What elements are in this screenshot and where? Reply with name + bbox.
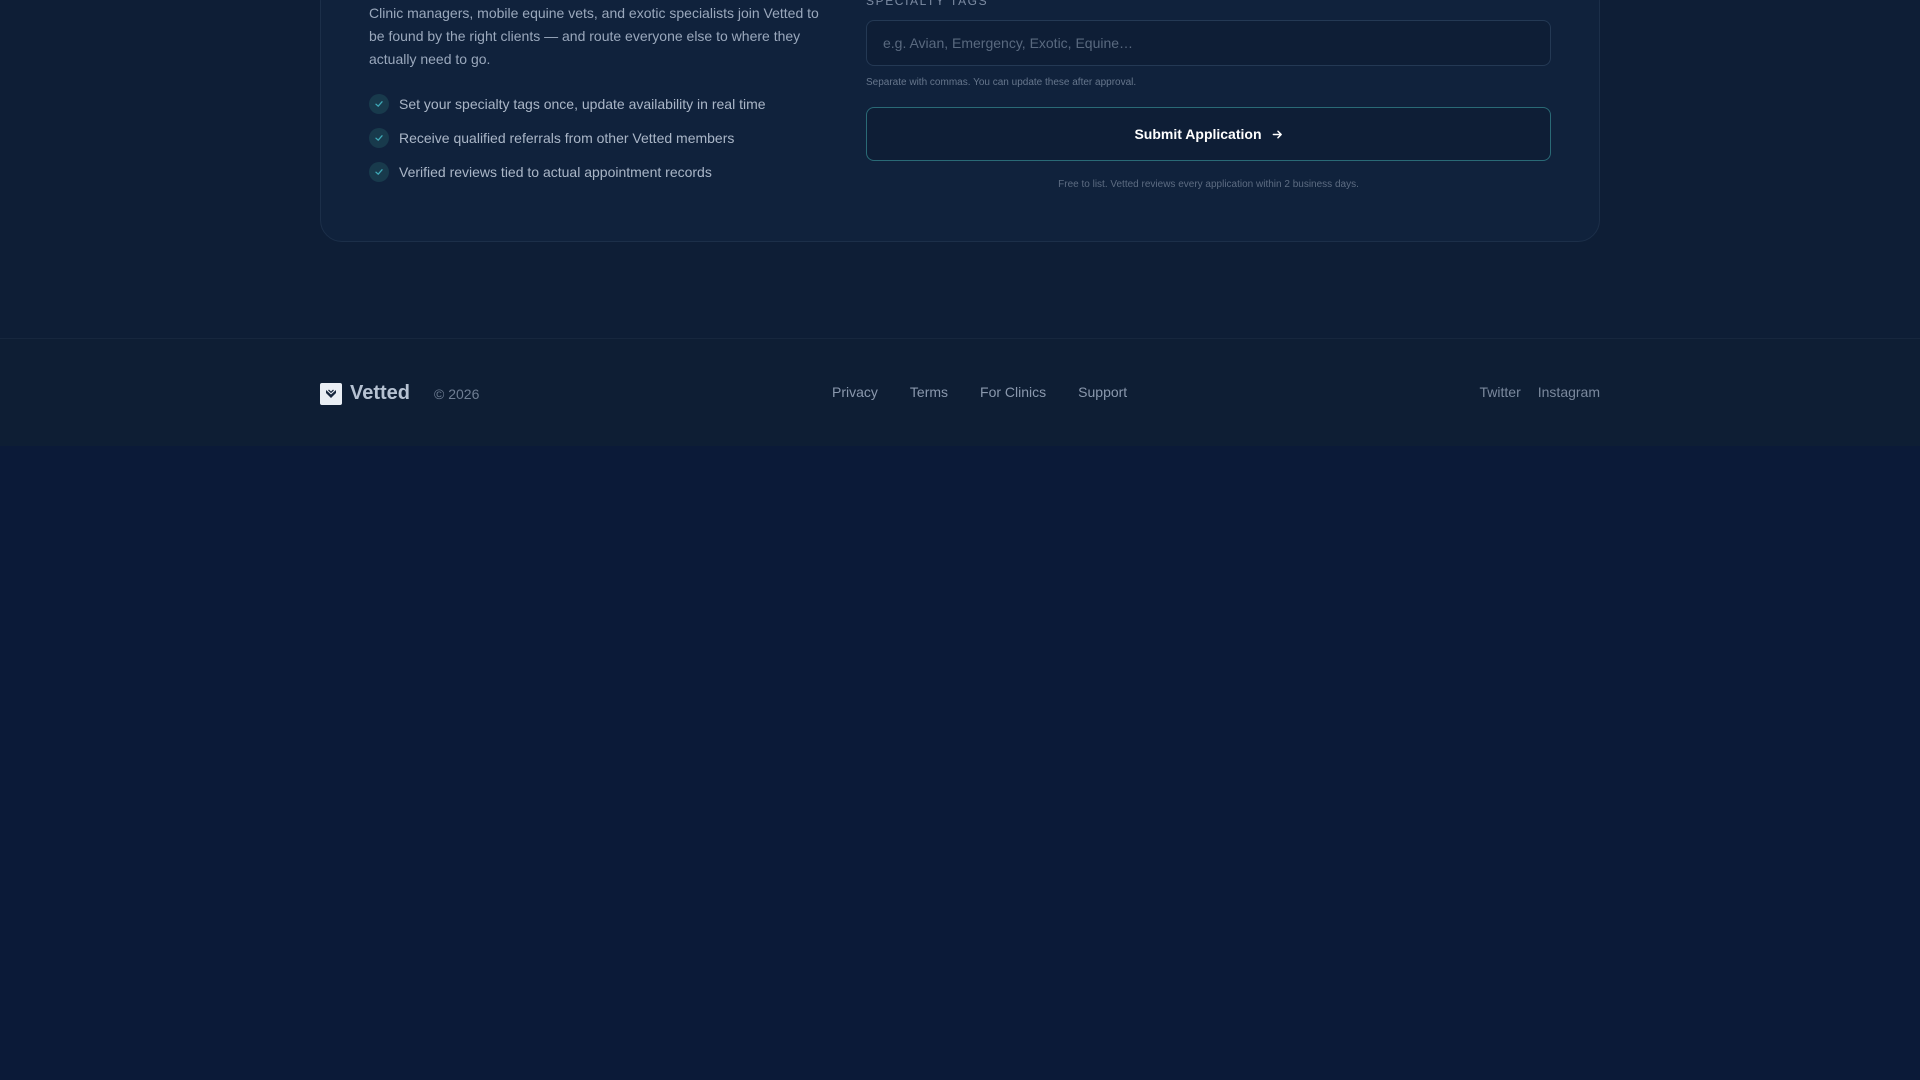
social-link-twitter[interactable]: Twitter xyxy=(1480,384,1521,400)
specialty-tags-label: SPECIALTY TAGS xyxy=(866,0,989,8)
benefit-text: Receive qualified referrals from other V… xyxy=(399,130,735,146)
check-icon xyxy=(369,162,389,182)
specialty-tags-input[interactable] xyxy=(866,20,1551,66)
page: Clinic managers, mobile equine vets, and… xyxy=(0,0,1920,1080)
brand-name[interactable]: Vetted xyxy=(350,382,410,405)
site-footer: Vetted © 2026 Privacy Terms For Clinics … xyxy=(0,338,1920,446)
benefits-list: Set your specialty tags once, update ava… xyxy=(369,94,766,196)
footer-nav: Privacy Terms For Clinics Support xyxy=(832,384,1159,400)
social-link-instagram[interactable]: Instagram xyxy=(1538,384,1600,400)
card-left-column: Clinic managers, mobile equine vets, and… xyxy=(369,2,829,71)
specialty-tags-hint: Separate with commas. You can update the… xyxy=(866,77,1137,88)
social-links: Twitter Instagram xyxy=(1463,384,1600,400)
benefit-item: Set your specialty tags once, update ava… xyxy=(369,94,766,114)
check-icon xyxy=(369,128,389,148)
footer-link-for-clinics[interactable]: For Clinics xyxy=(980,384,1046,400)
benefit-text: Verified reviews tied to actual appointm… xyxy=(399,164,712,180)
footer-link-privacy[interactable]: Privacy xyxy=(832,384,878,400)
submit-application-button[interactable]: Submit Application xyxy=(866,107,1551,161)
benefit-item: Receive qualified referrals from other V… xyxy=(369,128,766,148)
submit-button-label: Submit Application xyxy=(1134,126,1262,142)
copyright: © 2026 xyxy=(434,385,480,402)
benefit-item: Verified reviews tied to actual appointm… xyxy=(369,162,766,182)
vetted-logo-icon[interactable] xyxy=(320,382,342,405)
check-icon xyxy=(369,94,389,114)
arrow-right-icon xyxy=(1272,129,1283,140)
intro-text: Clinic managers, mobile equine vets, and… xyxy=(369,5,819,67)
footer-link-support[interactable]: Support xyxy=(1078,384,1127,400)
benefit-text: Set your specialty tags once, update ava… xyxy=(399,96,766,112)
footer-link-terms[interactable]: Terms xyxy=(910,384,948,400)
submit-fineprint: Free to list. Vetted reviews every appli… xyxy=(1058,179,1359,190)
footer-brand: Vetted © 2026 xyxy=(320,382,479,405)
